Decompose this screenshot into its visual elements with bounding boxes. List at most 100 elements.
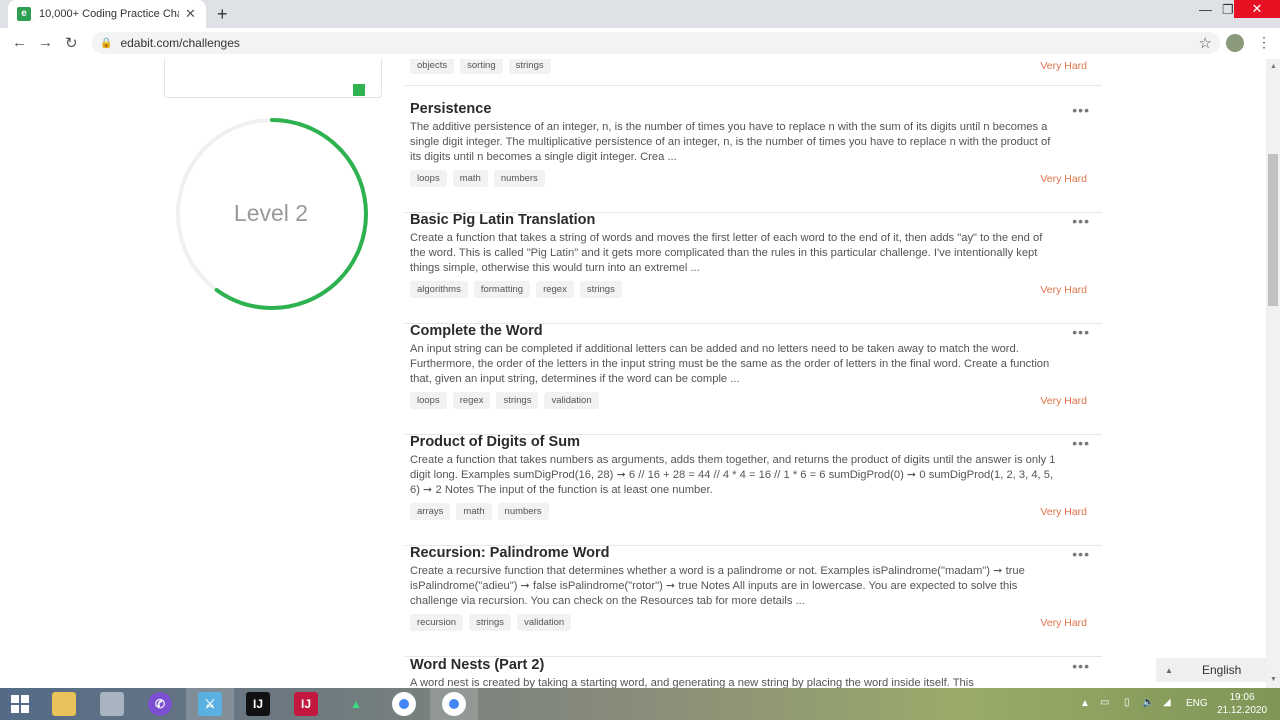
tag-chip[interactable]: sorting	[460, 59, 503, 74]
intellij-idea-ultimate-icon[interactable]: IJ	[294, 692, 318, 716]
minimize-icon[interactable]: ―	[1199, 2, 1212, 17]
tag-chip[interactable]: validation	[517, 614, 572, 631]
volume-icon[interactable]: 🔈	[1142, 697, 1154, 708]
tab-title: 10,000+ Coding Practice Challenges	[39, 8, 179, 20]
scroll-up-icon[interactable]: ▲	[1270, 63, 1277, 70]
challenge-description: A word nest is created by taking a start…	[410, 677, 974, 688]
address-bar[interactable]: 🔒 edabit.com/challenges ☆	[92, 32, 1220, 54]
tag-chip[interactable]: regex	[452, 392, 491, 409]
page-scrollbar[interactable]: ▲ ▼	[1266, 59, 1280, 688]
windows-start-icon[interactable]	[8, 692, 32, 716]
tag-chip[interactable]: math	[456, 503, 492, 520]
language-selector[interactable]: ▲ English	[1156, 658, 1266, 682]
tag-chip[interactable]: regex	[536, 281, 574, 298]
tag-chip[interactable]: objects	[410, 59, 455, 74]
challenge-card[interactable]: Recursion: Palindrome Word ••• Create a re…	[404, 545, 1102, 657]
profile-avatar[interactable]	[1226, 34, 1244, 52]
challenge-tags: algorithms formatting regex strings	[410, 281, 622, 298]
tag-chip[interactable]: numbers	[493, 170, 545, 187]
url-text: edabit.com/challenges	[120, 36, 240, 50]
challenge-card[interactable]: Product of Digits of Sum ••• Create a func…	[404, 434, 1102, 546]
network-icon[interactable]: ◢	[1163, 697, 1171, 708]
tray-overflow-icon[interactable]: ▲	[1080, 698, 1090, 709]
challenge-card[interactable]: objects sorting strings Very Hard	[404, 59, 1102, 86]
challenge-card[interactable]: Complete the Word ••• An input string can …	[404, 323, 1102, 435]
keyboard-language[interactable]: ENG	[1186, 698, 1208, 709]
window-close-icon[interactable]: ✕	[1234, 0, 1280, 18]
challenge-title[interactable]: Basic Pig Latin Translation	[410, 212, 595, 228]
tag-chip[interactable]: formatting	[473, 281, 531, 298]
scroll-thumb[interactable]	[1268, 154, 1278, 306]
browser-toolbar: ← → ↻ 🔒 edabit.com/challenges ☆	[0, 28, 1280, 60]
tag-chip[interactable]: strings	[579, 281, 622, 298]
more-options-icon[interactable]: •••	[1072, 324, 1090, 340]
back-icon[interactable]: ←	[12, 34, 27, 51]
tag-chip[interactable]: loops	[410, 392, 447, 409]
clock-time: 19:06	[1229, 692, 1255, 703]
app-window-icon[interactable]	[100, 692, 124, 716]
challenge-tags: arrays math numbers	[410, 503, 549, 520]
more-options-icon[interactable]: •••	[1072, 658, 1090, 674]
chrome-active-icon[interactable]	[442, 692, 466, 716]
scroll-down-icon[interactable]: ▼	[1270, 676, 1277, 683]
new-tab-icon[interactable]: +	[217, 4, 228, 25]
challenge-card[interactable]: Basic Pig Latin Translation ••• Create a f…	[404, 212, 1102, 324]
challenge-title[interactable]: Word Nests (Part 2)	[410, 657, 544, 673]
challenge-tags: loops math numbers	[410, 170, 545, 187]
tag-chip[interactable]: numbers	[497, 503, 549, 520]
challenge-title[interactable]: Persistence	[410, 101, 491, 117]
challenge-card[interactable]: Word Nests (Part 2) ••• A word nest is cre…	[404, 657, 1102, 688]
bookmark-star-icon[interactable]: ☆	[1199, 34, 1212, 52]
difficulty-label: Very Hard	[1040, 60, 1087, 72]
clock-date: 21.12.2020	[1216, 705, 1268, 716]
viber-icon[interactable]: ✆	[148, 692, 172, 716]
lock-icon: 🔒	[100, 37, 113, 49]
more-options-icon[interactable]: •••	[1072, 435, 1090, 451]
chrome-menu-icon[interactable]: ⋮	[1257, 34, 1271, 51]
challenge-title[interactable]: Product of Digits of Sum	[410, 434, 580, 450]
reload-icon[interactable]: ↻	[65, 34, 78, 52]
tag-chip[interactable]: loops	[410, 170, 447, 187]
difficulty-label: Very Hard	[1040, 617, 1087, 629]
challenge-description: Create a function that takes a string of…	[410, 232, 1043, 274]
tag-chip[interactable]: validation	[544, 392, 599, 409]
file-explorer-icon[interactable]	[52, 692, 76, 716]
level-label: Level 2	[233, 200, 309, 226]
intellij-idea-icon[interactable]: IJ	[246, 692, 270, 716]
more-options-icon[interactable]: •••	[1072, 546, 1090, 562]
caret-up-icon[interactable]: ▲	[1156, 666, 1182, 675]
challenge-description: Create a function that takes numbers as …	[410, 454, 1056, 496]
challenge-title[interactable]: Complete the Word	[410, 323, 543, 339]
browser-tab[interactable]: e 10,000+ Coding Practice Challenges ✕	[8, 0, 206, 28]
challenge-title[interactable]: Recursion: Palindrome Word	[410, 545, 610, 561]
chrome-icon[interactable]	[392, 692, 416, 716]
language-label: English	[1202, 663, 1242, 677]
game-app-icon[interactable]: ⚔	[198, 692, 222, 716]
calendar-active-day	[353, 84, 365, 96]
tag-chip[interactable]: arrays	[410, 503, 451, 520]
system-clock[interactable]: 19:06 21.12.2020	[1214, 691, 1270, 717]
tag-chip[interactable]: recursion	[410, 614, 464, 631]
challenge-tags: recursion strings validation	[410, 614, 572, 631]
more-options-icon[interactable]: •••	[1072, 213, 1090, 229]
difficulty-label: Very Hard	[1040, 395, 1087, 407]
more-options-icon[interactable]: •••	[1072, 102, 1090, 118]
tag-chip[interactable]: strings	[508, 59, 551, 74]
display-icon[interactable]: ▭	[1100, 697, 1109, 708]
close-tab-icon[interactable]: ✕	[185, 6, 196, 22]
tag-chip[interactable]: strings	[496, 392, 539, 409]
edabit-favicon-icon: e	[17, 7, 31, 21]
tag-chip[interactable]: math	[452, 170, 488, 187]
restore-icon[interactable]: ❐	[1222, 2, 1234, 18]
challenge-tags: objects sorting strings	[410, 59, 551, 74]
challenge-description: The additive persistence of an integer, …	[410, 121, 1051, 163]
difficulty-label: Very Hard	[1040, 173, 1087, 185]
forward-icon[interactable]: →	[38, 34, 53, 51]
page-content: Level 2 objects sorting strings Very Hard Pe…	[0, 59, 1266, 688]
tag-chip[interactable]: algorithms	[410, 281, 468, 298]
difficulty-label: Very Hard	[1040, 284, 1087, 296]
android-studio-icon[interactable]: ▲	[344, 692, 368, 716]
tag-chip[interactable]: strings	[469, 614, 512, 631]
challenge-card[interactable]: Persistence ••• The additive persistence o…	[404, 101, 1102, 213]
battery-icon[interactable]: ▯	[1124, 697, 1130, 708]
